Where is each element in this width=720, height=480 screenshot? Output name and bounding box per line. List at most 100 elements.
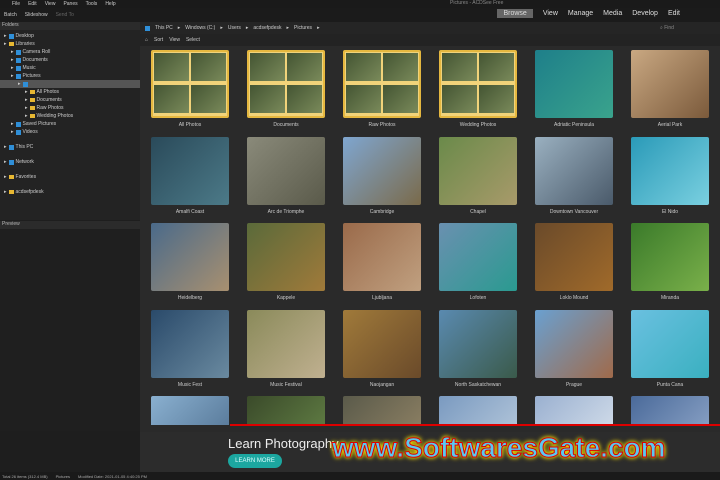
breadcrumb-item[interactable]: This PC [155, 25, 173, 31]
menu-view[interactable]: View [45, 1, 56, 7]
menu-file[interactable]: File [12, 1, 20, 7]
thumbnail-item[interactable] [433, 393, 529, 425]
thumbnail-item[interactable] [337, 393, 433, 425]
thumbnail-item[interactable] [145, 393, 241, 425]
thumbnail-item[interactable]: Naojangan [337, 307, 433, 394]
expand-arrow-icon[interactable]: ▸ [11, 120, 14, 128]
home-icon[interactable]: ⌂ [145, 37, 148, 43]
expand-arrow-icon[interactable]: ▸ [4, 32, 7, 40]
folder-tree-item[interactable]: ▸ Network [0, 158, 140, 166]
breadcrumb-item[interactable]: Pictures [294, 25, 312, 31]
folder-tree-item[interactable]: ▸ Pictures [0, 72, 140, 80]
search-input[interactable]: ⌕ Find [660, 25, 710, 32]
folder-thumbnail[interactable] [343, 50, 421, 118]
mode-tab-develop[interactable]: Develop [632, 10, 658, 17]
menu-edit[interactable]: Edit [28, 1, 37, 7]
folder-tree-item[interactable]: ▸ Wedding Photos [0, 112, 140, 120]
expand-arrow-icon[interactable]: ▸ [18, 80, 21, 88]
expand-arrow-icon[interactable]: ▸ [11, 128, 14, 136]
chevron-right-icon[interactable]: ▸ [178, 25, 181, 31]
thumbnail-item[interactable]: Lofoten [433, 220, 529, 307]
thumbnail-item[interactable]: El Nido [625, 134, 720, 221]
menu-help[interactable]: Help [105, 1, 115, 7]
send-to-button[interactable]: Send To [56, 12, 74, 18]
image-thumbnail[interactable] [631, 223, 709, 291]
view-button[interactable]: View [169, 37, 180, 43]
expand-arrow-icon[interactable]: ▸ [11, 56, 14, 64]
breadcrumb-item[interactable]: acdsefpdesk [253, 25, 281, 31]
folder-tree-item[interactable]: ▸ Music [0, 64, 140, 72]
thumbnail-item[interactable]: Loklo Mound [529, 220, 625, 307]
folder-thumbnail[interactable] [151, 50, 229, 118]
expand-arrow-icon[interactable]: ▸ [25, 104, 28, 112]
image-thumbnail[interactable] [631, 396, 709, 425]
breadcrumb-item[interactable]: Windows (C:) [185, 25, 215, 31]
image-thumbnail[interactable] [439, 396, 517, 425]
folder-tree-item[interactable]: ▸ Favorites [0, 173, 140, 181]
expand-arrow-icon[interactable]: ▸ [4, 173, 7, 181]
image-thumbnail[interactable] [151, 309, 229, 378]
expand-arrow-icon[interactable]: ▸ [4, 143, 7, 151]
select-button[interactable]: Select [186, 37, 200, 43]
thumbnail-item[interactable]: Adriatic Peninsula [529, 47, 625, 134]
folder-tree-item[interactable]: ▸ Saved Pictures [0, 120, 140, 128]
image-thumbnail[interactable] [631, 309, 709, 378]
image-thumbnail[interactable] [439, 223, 517, 291]
chevron-right-icon[interactable]: ▸ [286, 25, 289, 31]
thumbnail-item[interactable] [241, 393, 337, 425]
thumbnail-item[interactable]: Chapel [433, 134, 529, 221]
folder-tree-item[interactable]: ▸ Libraries [0, 40, 140, 48]
image-thumbnail[interactable] [247, 396, 325, 425]
image-thumbnail[interactable] [535, 223, 613, 291]
thumbnail-item[interactable] [529, 393, 625, 425]
sort-button[interactable]: Sort [154, 37, 163, 43]
folder-tree-item[interactable]: ▸ acdsefpdesk [0, 188, 140, 196]
thumbnail-item[interactable]: Music Festival [241, 307, 337, 394]
thumbnail-item[interactable]: Miranda [625, 220, 720, 307]
image-thumbnail[interactable] [151, 396, 229, 425]
thumbnail-item[interactable]: North Saskatchewan [433, 307, 529, 394]
image-thumbnail[interactable] [631, 50, 709, 118]
mode-tab-view[interactable]: View [543, 10, 558, 17]
learn-more-button[interactable]: LEARN MORE [228, 454, 282, 468]
breadcrumb-item[interactable]: Users [228, 25, 241, 31]
folder-tree-item[interactable]: ▸ Videos [0, 128, 140, 136]
folder-tree-item[interactable]: ▸ Raw Photos [0, 104, 140, 112]
chevron-right-icon[interactable]: ▸ [317, 25, 320, 31]
thumbnail-item[interactable]: Downtown Vancouver [529, 134, 625, 221]
expand-arrow-icon[interactable]: ▸ [4, 158, 7, 166]
slideshow-button[interactable]: Slideshow [25, 12, 48, 18]
image-thumbnail[interactable] [439, 309, 517, 378]
image-thumbnail[interactable] [247, 136, 325, 205]
image-thumbnail[interactable] [535, 136, 613, 205]
thumbnail-item[interactable]: Music Fest [145, 307, 241, 394]
menu-tools[interactable]: Tools [86, 1, 98, 7]
thumbnail-item[interactable]: Aerial Park [625, 47, 720, 134]
image-thumbnail[interactable] [535, 50, 613, 118]
thumbnail-item[interactable]: Wedding Photos [433, 47, 529, 134]
folder-tree-item[interactable]: ▸ This PC [0, 143, 140, 151]
thumbnail-item[interactable]: Amalfi Coast [145, 134, 241, 221]
expand-arrow-icon[interactable]: ▸ [25, 112, 28, 120]
expand-arrow-icon[interactable]: ▸ [11, 64, 14, 72]
thumbnail-item[interactable] [625, 393, 720, 425]
folder-tree-item[interactable]: ▸ Desktop [0, 32, 140, 40]
expand-arrow-icon[interactable]: ▸ [4, 40, 7, 48]
expand-arrow-icon[interactable]: ▸ [25, 88, 28, 96]
thumbnail-item[interactable]: Heidelberg [145, 220, 241, 307]
menu-panes[interactable]: Panes [63, 1, 77, 7]
folder-thumbnail[interactable] [247, 50, 325, 118]
image-thumbnail[interactable] [151, 136, 229, 205]
thumbnail-item[interactable]: Prague [529, 307, 625, 394]
image-thumbnail[interactable] [535, 309, 613, 378]
image-thumbnail[interactable] [343, 136, 421, 205]
mode-tab-browse[interactable]: Browse [497, 9, 533, 18]
expand-arrow-icon[interactable]: ▸ [11, 48, 14, 56]
image-thumbnail[interactable] [343, 396, 421, 425]
image-thumbnail[interactable] [631, 136, 709, 205]
expand-arrow-icon[interactable]: ▸ [25, 96, 28, 104]
thumbnail-item[interactable]: Ljubljana [337, 220, 433, 307]
mode-tab-manage[interactable]: Manage [568, 10, 593, 17]
folder-tree-item[interactable]: ▸ [0, 80, 140, 88]
chevron-right-icon[interactable]: ▸ [246, 25, 249, 31]
